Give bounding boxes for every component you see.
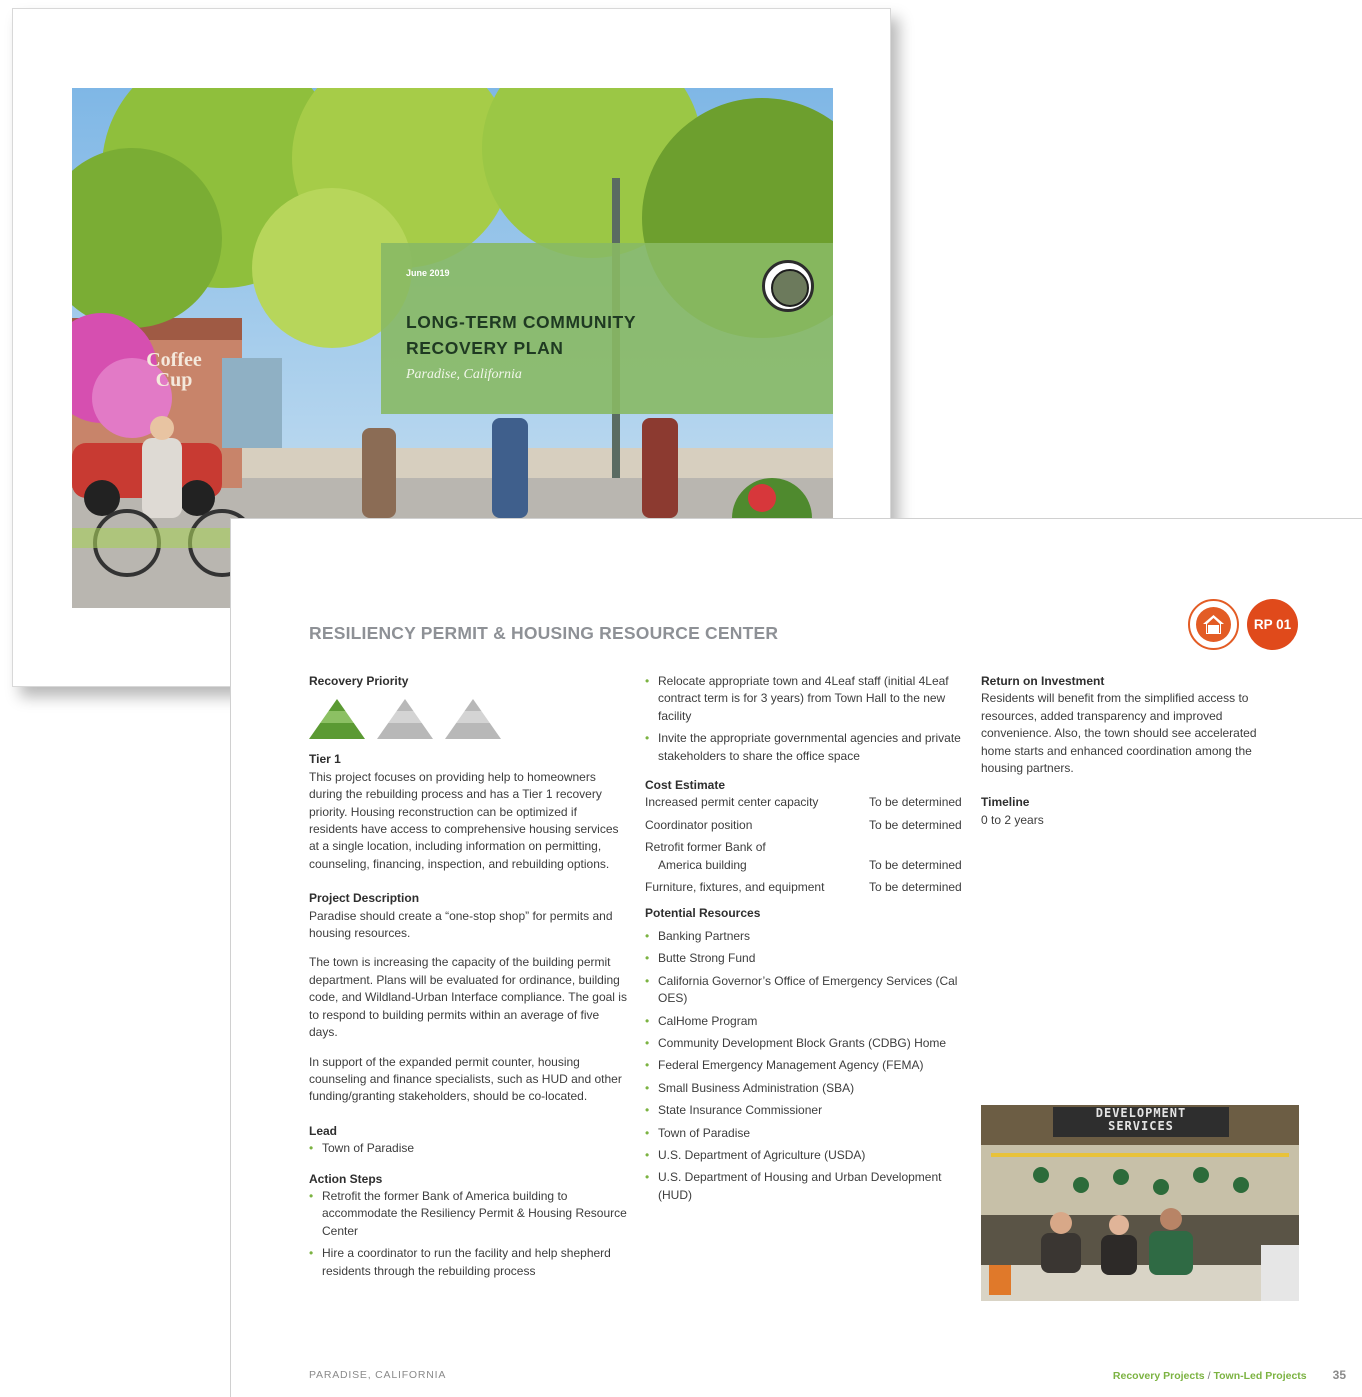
cost-row: Furniture, fixtures, and equipment To be… xyxy=(645,879,965,896)
timeline-heading: Timeline xyxy=(981,795,1030,810)
cover-date: June 2019 xyxy=(406,268,450,278)
breadcrumb-recovery-projects[interactable]: Recovery Projects xyxy=(1113,1370,1205,1382)
house-badge xyxy=(1188,599,1239,650)
cover-subtitle: Paradise, California xyxy=(406,367,522,382)
list-item: Small Business Administration (SBA) xyxy=(645,1080,965,1098)
list-item: Town of Paradise xyxy=(309,1140,627,1158)
description-paragraph: The town is increasing the capacity of t… xyxy=(309,955,627,1040)
priority-triangle-inactive xyxy=(445,699,501,740)
cost-value: To be determined xyxy=(869,817,962,832)
priority-triangle-inactive xyxy=(377,699,433,740)
footer-location: PARADISE, CALIFORNIA xyxy=(309,1369,447,1381)
cost-item-line2: America building xyxy=(658,857,747,872)
cost-estimate-heading: Cost Estimate xyxy=(645,778,726,793)
priority-rating xyxy=(309,699,627,740)
cost-item-line1: Retrofit former Bank of xyxy=(645,840,766,855)
project-code-badge: RP 01 xyxy=(1247,599,1298,650)
cover-title-band: June 2019 LONG-TERM COMMUNITY RECOVERY P… xyxy=(381,243,833,414)
action-steps-heading: Action Steps xyxy=(309,1171,383,1186)
column-left: Recovery Priority Tier 1 This project fo… xyxy=(309,673,627,1285)
cost-row: Increased permit center capacity To be d… xyxy=(645,794,965,811)
cost-value: To be determined xyxy=(869,857,962,872)
cost-item: Furniture, fixtures, and equipment xyxy=(645,880,825,895)
roi-text: Residents will benefit from the simplifi… xyxy=(981,691,1257,776)
cost-row: Retrofit former Bank of America building… xyxy=(645,839,965,874)
cost-item: Coordinator position xyxy=(645,817,753,832)
resources-list: Banking Partners Butte Strong Fund Calif… xyxy=(645,928,965,1204)
action-steps-list: Retrofit the former Bank of America buil… xyxy=(309,1188,627,1280)
house-icon xyxy=(1203,615,1224,634)
breadcrumb-separator: / xyxy=(1207,1370,1211,1382)
roi-heading: Return on Investment xyxy=(981,674,1105,688)
page-number: 35 xyxy=(1332,1368,1346,1382)
project-description-heading: Project Description xyxy=(309,891,420,906)
coffee-sign: Coffee Cup xyxy=(146,349,202,391)
column-middle: Relocate appropriate town and 4Leaf staf… xyxy=(645,673,965,1209)
list-item: Retrofit the former Bank of America buil… xyxy=(309,1188,627,1240)
list-item: U.S. Department of Agriculture (USDA) xyxy=(645,1147,965,1165)
priority-triangles xyxy=(309,699,501,740)
priority-triangle-active xyxy=(309,699,365,740)
footer-breadcrumb: Recovery Projects / Town-Led Projects 35 xyxy=(1113,1368,1346,1382)
timeline-text: 0 to 2 years xyxy=(981,812,1044,827)
list-item: State Insurance Commissioner xyxy=(645,1102,965,1120)
list-item: California Governor’s Office of Emergenc… xyxy=(645,973,965,1008)
tier-label: Tier 1 xyxy=(309,752,341,767)
page-title: RESILIENCY PERMIT & HOUSING RESOURCE CEN… xyxy=(309,623,779,643)
description-paragraph: Paradise should create a “one-stop shop”… xyxy=(309,908,613,941)
list-item: Hire a coordinator to run the facility a… xyxy=(309,1245,627,1280)
breadcrumb-town-led-projects[interactable]: Town-Led Projects xyxy=(1213,1370,1306,1382)
list-item: Federal Emergency Management Agency (FEM… xyxy=(645,1057,965,1075)
cost-item: Increased permit center capacity xyxy=(645,795,819,810)
development-services-photo: DEVELOPMENT SERVICES xyxy=(981,1105,1299,1301)
town-seal-logo xyxy=(762,260,814,312)
cover-title-line2: RECOVERY PLAN xyxy=(406,338,564,358)
list-item: Butte Strong Fund xyxy=(645,950,965,968)
list-item: Invite the appropriate governmental agen… xyxy=(645,730,965,765)
potential-resources-heading: Potential Resources xyxy=(645,906,761,921)
cost-value: To be determined xyxy=(869,880,962,895)
lead-list: Town of Paradise xyxy=(309,1140,627,1158)
photo-sign: DEVELOPMENT SERVICES xyxy=(1095,1106,1187,1133)
tier-text: This project focuses on providing help t… xyxy=(309,769,619,871)
cost-value: To be determined xyxy=(869,795,962,810)
recovery-priority-heading: Recovery Priority xyxy=(309,674,409,688)
cover-title-line1: LONG-TERM COMMUNITY xyxy=(406,312,637,332)
list-item: Relocate appropriate town and 4Leaf staf… xyxy=(645,673,965,725)
project-page: RESILIENCY PERMIT & HOUSING RESOURCE CEN… xyxy=(230,518,1362,1397)
action-steps-list-continued: Relocate appropriate town and 4Leaf staf… xyxy=(645,673,965,765)
list-item: Community Development Block Grants (CDBG… xyxy=(645,1035,965,1053)
cost-row: Coordinator position To be determined xyxy=(645,817,965,834)
cost-item: Retrofit former Bank of America building xyxy=(645,839,855,874)
list-item: Town of Paradise xyxy=(645,1125,965,1143)
list-item: Banking Partners xyxy=(645,928,965,946)
column-right: Return on Investment Residents will bene… xyxy=(981,673,1281,829)
list-item: CalHome Program xyxy=(645,1013,965,1031)
cover-title: LONG-TERM COMMUNITY RECOVERY PLAN xyxy=(406,309,696,361)
list-item: U.S. Department of Housing and Urban Dev… xyxy=(645,1169,965,1204)
description-paragraph: In support of the expanded permit counte… xyxy=(309,1054,622,1104)
lead-heading: Lead xyxy=(309,1123,338,1138)
